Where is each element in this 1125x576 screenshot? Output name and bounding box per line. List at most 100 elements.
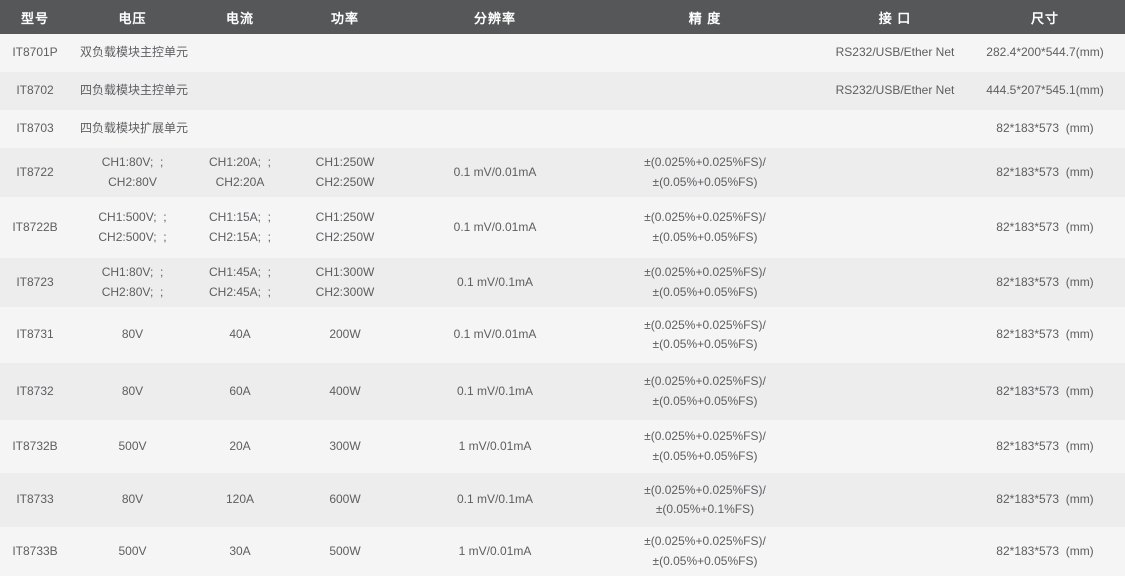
cell-size: 444.5*207*545.1(mm)	[965, 72, 1125, 110]
cell-current	[195, 110, 285, 148]
cell-model: IT8732	[0, 363, 70, 420]
cell-power	[285, 110, 405, 148]
cell-current: 40A	[195, 307, 285, 363]
cell-accuracy: ±(0.025%+0.025%FS)/ ±(0.05%+0.05%FS)	[585, 258, 825, 307]
cell-voltage: 80V	[70, 307, 195, 363]
cell-voltage: 双负载模块主控单元	[70, 34, 195, 72]
cell-accuracy	[585, 34, 825, 72]
table-row-it8732b: IT8732B500V20A300W1 mV/0.01mA±(0.025%+0.…	[0, 420, 1125, 473]
table-row-it8722: IT8722CH1:80V; ; CH2:80VCH1:20A; ; CH2:2…	[0, 148, 1125, 197]
cell-size: 82*183*573 (mm)	[965, 148, 1125, 197]
header-cell-resolution: 分辨率	[405, 0, 585, 34]
cell-interface	[825, 197, 965, 258]
cell-resolution	[405, 110, 585, 148]
table-header-row: 型号 电压 电流 功率 分辨率 精 度 接 口 尺寸	[0, 0, 1125, 34]
cell-model: IT8703	[0, 110, 70, 148]
table-row-it8733: IT873380V120A600W0.1 mV/0.1mA±(0.025%+0.…	[0, 473, 1125, 527]
cell-model: IT8732B	[0, 420, 70, 473]
cell-power	[285, 72, 405, 110]
cell-size: 82*183*573 (mm)	[965, 363, 1125, 420]
cell-size: 82*183*573 (mm)	[965, 110, 1125, 148]
cell-accuracy: ±(0.025%+0.025%FS)/ ±(0.05%+0.05%FS)	[585, 527, 825, 576]
cell-size: 82*183*573 (mm)	[965, 307, 1125, 363]
cell-model: IT8731	[0, 307, 70, 363]
spec-table: 型号 电压 电流 功率 分辨率 精 度 接 口 尺寸 IT8701P双负载模块主…	[0, 0, 1125, 576]
cell-model: IT8722	[0, 148, 70, 197]
cell-resolution: 0.1 mV/0.01mA	[405, 197, 585, 258]
cell-interface: RS232/USB/Ether Net	[825, 34, 965, 72]
cell-resolution	[405, 72, 585, 110]
cell-resolution: 0.1 mV/0.1mA	[405, 363, 585, 420]
cell-current: CH1:15A; ; CH2:15A; ;	[195, 197, 285, 258]
cell-resolution	[405, 34, 585, 72]
table-row-it8732: IT873280V60A400W0.1 mV/0.1mA±(0.025%+0.0…	[0, 363, 1125, 420]
cell-current: 60A	[195, 363, 285, 420]
cell-size: 82*183*573 (mm)	[965, 420, 1125, 473]
table-body: IT8701P双负载模块主控单元 RS232/USB/Ether Net282.4…	[0, 34, 1125, 576]
cell-voltage: 500V	[70, 420, 195, 473]
cell-current	[195, 72, 285, 110]
cell-size: 82*183*573 (mm)	[965, 197, 1125, 258]
cell-size: 82*183*573 (mm)	[965, 258, 1125, 307]
cell-power	[285, 34, 405, 72]
cell-accuracy: ±(0.025%+0.025%FS)/ ±(0.05%+0.05%FS)	[585, 420, 825, 473]
cell-resolution: 1 mV/0.01mA	[405, 527, 585, 576]
cell-power: CH1:250W CH2:250W	[285, 148, 405, 197]
cell-accuracy: ±(0.025%+0.025%FS)/ ±(0.05%+0.1%FS)	[585, 473, 825, 527]
cell-power: 500W	[285, 527, 405, 576]
cell-interface	[825, 527, 965, 576]
cell-accuracy: ±(0.025%+0.025%FS)/ ±(0.05%+0.05%FS)	[585, 307, 825, 363]
table-row-it8733b: IT8733B500V30A500W1 mV/0.01mA±(0.025%+0.…	[0, 527, 1125, 576]
cell-model: IT8723	[0, 258, 70, 307]
cell-power: 400W	[285, 363, 405, 420]
cell-size: 82*183*573 (mm)	[965, 473, 1125, 527]
header-cell-voltage: 电压	[70, 0, 195, 34]
cell-voltage: CH1:80V; ; CH2:80V	[70, 148, 195, 197]
cell-voltage: 80V	[70, 473, 195, 527]
cell-accuracy	[585, 72, 825, 110]
cell-current: 20A	[195, 420, 285, 473]
table-row-it8703: IT8703四负载模块扩展单元 82*183*573 (mm)	[0, 110, 1125, 148]
cell-model: IT8722B	[0, 197, 70, 258]
cell-power: CH1:300W CH2:300W	[285, 258, 405, 307]
cell-model: IT8701P	[0, 34, 70, 72]
header-cell-accuracy: 精 度	[585, 0, 825, 34]
cell-voltage: 80V	[70, 363, 195, 420]
header-cell-size: 尺寸	[965, 0, 1125, 34]
cell-interface	[825, 473, 965, 527]
cell-interface	[825, 307, 965, 363]
cell-power: 600W	[285, 473, 405, 527]
cell-model: IT8733	[0, 473, 70, 527]
cell-power: 200W	[285, 307, 405, 363]
cell-accuracy: ±(0.025%+0.025%FS)/ ±(0.05%+0.05%FS)	[585, 148, 825, 197]
cell-current: 120A	[195, 473, 285, 527]
cell-power: 300W	[285, 420, 405, 473]
table-row-it8701p: IT8701P双负载模块主控单元 RS232/USB/Ether Net282.4…	[0, 34, 1125, 72]
cell-interface	[825, 420, 965, 473]
cell-current: 30A	[195, 527, 285, 576]
cell-power: CH1:250W CH2:250W	[285, 197, 405, 258]
header-cell-model: 型号	[0, 0, 70, 34]
table-row-it8722b: IT8722BCH1:500V; ; CH2:500V; ;CH1:15A; ;…	[0, 197, 1125, 258]
cell-current	[195, 34, 285, 72]
cell-interface: RS232/USB/Ether Net	[825, 72, 965, 110]
cell-size: 282.4*200*544.7(mm)	[965, 34, 1125, 72]
table-row-it8731: IT873180V40A200W0.1 mV/0.01mA±(0.025%+0.…	[0, 307, 1125, 363]
cell-resolution: 1 mV/0.01mA	[405, 420, 585, 473]
cell-accuracy: ±(0.025%+0.025%FS)/ ±(0.05%+0.05%FS)	[585, 197, 825, 258]
cell-interface	[825, 363, 965, 420]
cell-interface	[825, 110, 965, 148]
cell-interface	[825, 148, 965, 197]
cell-size: 82*183*573 (mm)	[965, 527, 1125, 576]
table-row-it8723: IT8723CH1:80V; ; CH2:80V; ;CH1:45A; ; CH…	[0, 258, 1125, 307]
cell-voltage: 四负载模块主控单元	[70, 72, 195, 110]
cell-voltage: 四负载模块扩展单元	[70, 110, 195, 148]
cell-resolution: 0.1 mV/0.1mA	[405, 258, 585, 307]
cell-voltage: 500V	[70, 527, 195, 576]
cell-interface	[825, 258, 965, 307]
table-row-it8702: IT8702四负载模块主控单元RS232/USB/Ether Net444.5*…	[0, 72, 1125, 110]
cell-voltage: CH1:500V; ; CH2:500V; ;	[70, 197, 195, 258]
cell-voltage: CH1:80V; ; CH2:80V; ;	[70, 258, 195, 307]
cell-current: CH1:20A; ; CH2:20A	[195, 148, 285, 197]
cell-current: CH1:45A; ; CH2:45A; ;	[195, 258, 285, 307]
